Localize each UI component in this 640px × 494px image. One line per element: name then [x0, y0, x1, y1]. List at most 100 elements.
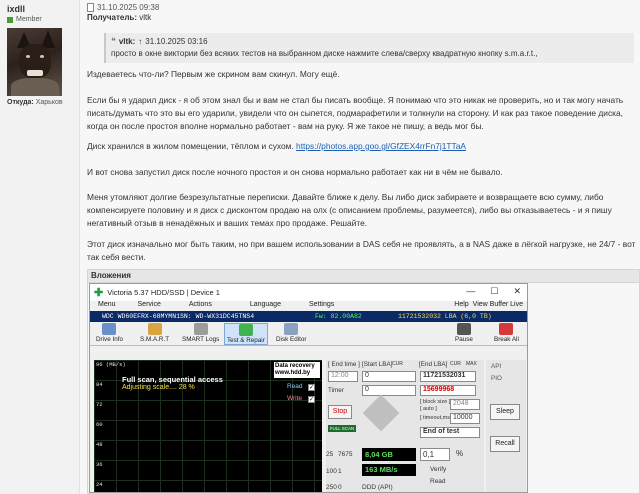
end-lba-field: 11721532031: [420, 371, 476, 382]
start-lba-label: [Start LBA]: [362, 361, 393, 368]
quote-text: просто в окне виктории без всяких тестов…: [111, 49, 538, 58]
size-done-readout: 8,04 GB: [362, 448, 416, 461]
row-7675-value: 7675: [338, 451, 353, 458]
drive-serial: SN: WD-WX31DC45TNS4: [180, 313, 255, 320]
post-paragraph: Если бы я ударил диск - я об этом знал б…: [87, 95, 624, 131]
read-checkbox: ✓: [308, 384, 315, 391]
row-0-value: 0: [338, 484, 342, 491]
graph-tick: 84: [96, 381, 103, 388]
full-scan-badge: FULL SCAN: [328, 425, 356, 432]
view-buffer-live: View Buffer Live: [472, 301, 523, 308]
tool-test-repair: Test & Repair: [224, 323, 268, 345]
scan-title: Full scan, sequential access: [122, 375, 223, 384]
menu-item: Language: [249, 301, 281, 308]
max-label: MAX: [466, 361, 477, 367]
graph-tick: 72: [96, 401, 103, 408]
read-legend: Read: [287, 383, 303, 390]
victoria-app-icon: ✚: [94, 287, 104, 299]
post-date: 31.10.2025 09:38: [87, 3, 159, 12]
attachments-block: Вложения ✚ Victoria 5.37 HDD/SSD | Devic…: [87, 269, 640, 494]
percent-readout: 0,1: [420, 448, 450, 461]
graph-tick: 36: [96, 461, 103, 468]
graph-tick: 24: [96, 481, 103, 488]
break-all-icon: [499, 323, 514, 335]
end-lba-label: [End LBA]: [419, 361, 448, 368]
menu-item: Help: [454, 301, 469, 308]
tool-smart-logs: SMART Logs: [182, 323, 219, 343]
post-paragraph-text: Диск хранился в жилом помещении, тёплом …: [87, 141, 294, 151]
direction-pad-icon: [362, 394, 400, 432]
stop-button: Stop: [328, 405, 352, 419]
post-paragraph-with-link: Диск хранился в жилом помещении, тёплом …: [87, 140, 637, 153]
post-recipient: Получатель: vltk: [87, 13, 151, 22]
end-of-test-select: End of test: [420, 427, 480, 438]
start-lba-field: 0: [362, 371, 416, 382]
speed-graph: 96 (MB/s) 84 72 60 48 36 24 Full scan, s…: [94, 360, 322, 492]
write-checkbox: ✓: [308, 396, 315, 403]
smart-logs-icon: [193, 323, 208, 335]
data-recovery-label: Data recovery www.hdd.by: [274, 362, 320, 378]
api-option: API: [491, 363, 502, 370]
photos-link[interactable]: https://photos.app.goo.gl/GfZEX4rrFn7j1T…: [296, 141, 466, 151]
victoria-titlebar: ✚ Victoria 5.37 HDD/SSD | Device 1 — ☐ ✕: [90, 284, 527, 301]
menu-item: Settings: [308, 301, 335, 308]
post-paragraph: Издеваетесь что-ли? Первым же скрином ва…: [87, 69, 340, 79]
test-repair-icon: [238, 324, 253, 336]
pause-icon: [456, 323, 471, 335]
graph-tick: 60: [96, 421, 103, 428]
victoria-toolbar: Drive Info S.M.A.R.T SMART Logs Test & R…: [90, 322, 527, 346]
tool-disk-editor: Disk Editor: [276, 323, 306, 343]
drive-firmware: Fw: 82.00A82: [315, 313, 362, 320]
menu-item: Service: [137, 301, 161, 308]
cur-label-2: CUR: [450, 361, 461, 367]
tool-smart: S.M.A.R.T: [140, 323, 169, 343]
end-time-label: [ End time ]: [328, 361, 360, 368]
user-panel: ixdll Member Откуда: Харьков: [0, 0, 80, 494]
user-role-label: Member: [16, 16, 42, 23]
cur-label: CUR: [392, 361, 403, 367]
quote-jump-arrow-icon[interactable]: ↑: [138, 37, 142, 46]
tool-pause: Pause: [455, 323, 473, 343]
member-badge-icon: [7, 16, 13, 23]
quote-author[interactable]: vltk:: [119, 37, 135, 46]
percent-unit: %: [456, 449, 464, 458]
close-icon: ✕: [513, 286, 521, 296]
pio-option: PIO: [491, 375, 502, 382]
menu-item: Menu: [98, 301, 116, 308]
row-100-label: 100: [326, 468, 337, 475]
ddd-api-option: DDD (API): [362, 484, 393, 491]
drive-info-bar: WDC WD60EFRX-68MYMN1 SN: WD-WX31DC45TNS4…: [90, 311, 527, 322]
recipient-name[interactable]: vltk: [139, 13, 151, 22]
sleep-button: Sleep: [490, 404, 520, 420]
avatar[interactable]: [7, 28, 62, 96]
timer-field: 0: [362, 385, 416, 396]
location-value: Харьков: [35, 99, 63, 106]
current-lba-field: 15699968: [420, 385, 476, 396]
timeout-label: [ timeout,ms ]: [420, 415, 454, 421]
victoria-menubar: Menu Service Actions Language Settings H…: [90, 301, 527, 311]
victoria-title: Victoria 5.37 HDD/SSD | Device 1: [107, 288, 220, 297]
post-paragraph: Меня утомляют долгие безрезультатные пер…: [87, 192, 612, 228]
smart-icon: [147, 323, 162, 335]
user-location: Откуда: Харьков: [7, 99, 63, 106]
row-25-label: 25: [326, 451, 334, 458]
end-time-field: 12:00: [328, 371, 358, 382]
username[interactable]: ixdll: [7, 4, 25, 14]
menu-item: Actions: [188, 301, 212, 308]
victoria-screenshot[interactable]: ✚ Victoria 5.37 HDD/SSD | Device 1 — ☐ ✕…: [89, 283, 528, 493]
quote-block: ❝ vltk: ↑ 31.10.2025 03:16 просто в окне…: [104, 33, 634, 63]
drive-info-icon: [102, 323, 117, 335]
post-document-icon[interactable]: [87, 3, 94, 12]
post-paragraph: И вот снова запустил диск после ночного …: [87, 167, 503, 177]
window-controls: — ☐ ✕: [466, 286, 521, 297]
scan-status: Adjusting scale.... 28 %: [122, 384, 195, 391]
drive-model: WDC WD60EFRX-68MYMN1: [102, 313, 181, 320]
quote-icon: ❝: [111, 36, 116, 46]
timeout-field: 10000: [450, 413, 480, 424]
tool-drive-info: Drive Info: [96, 323, 123, 343]
block-size-label: [ block size ]: [420, 399, 451, 405]
row-250-label: 250: [326, 484, 337, 491]
side-panel: API PIO Sleep Recall: [486, 360, 526, 492]
minimize-icon: —: [466, 286, 476, 296]
drive-lba: 11721532032 LBA (6,0 TB): [398, 313, 492, 320]
